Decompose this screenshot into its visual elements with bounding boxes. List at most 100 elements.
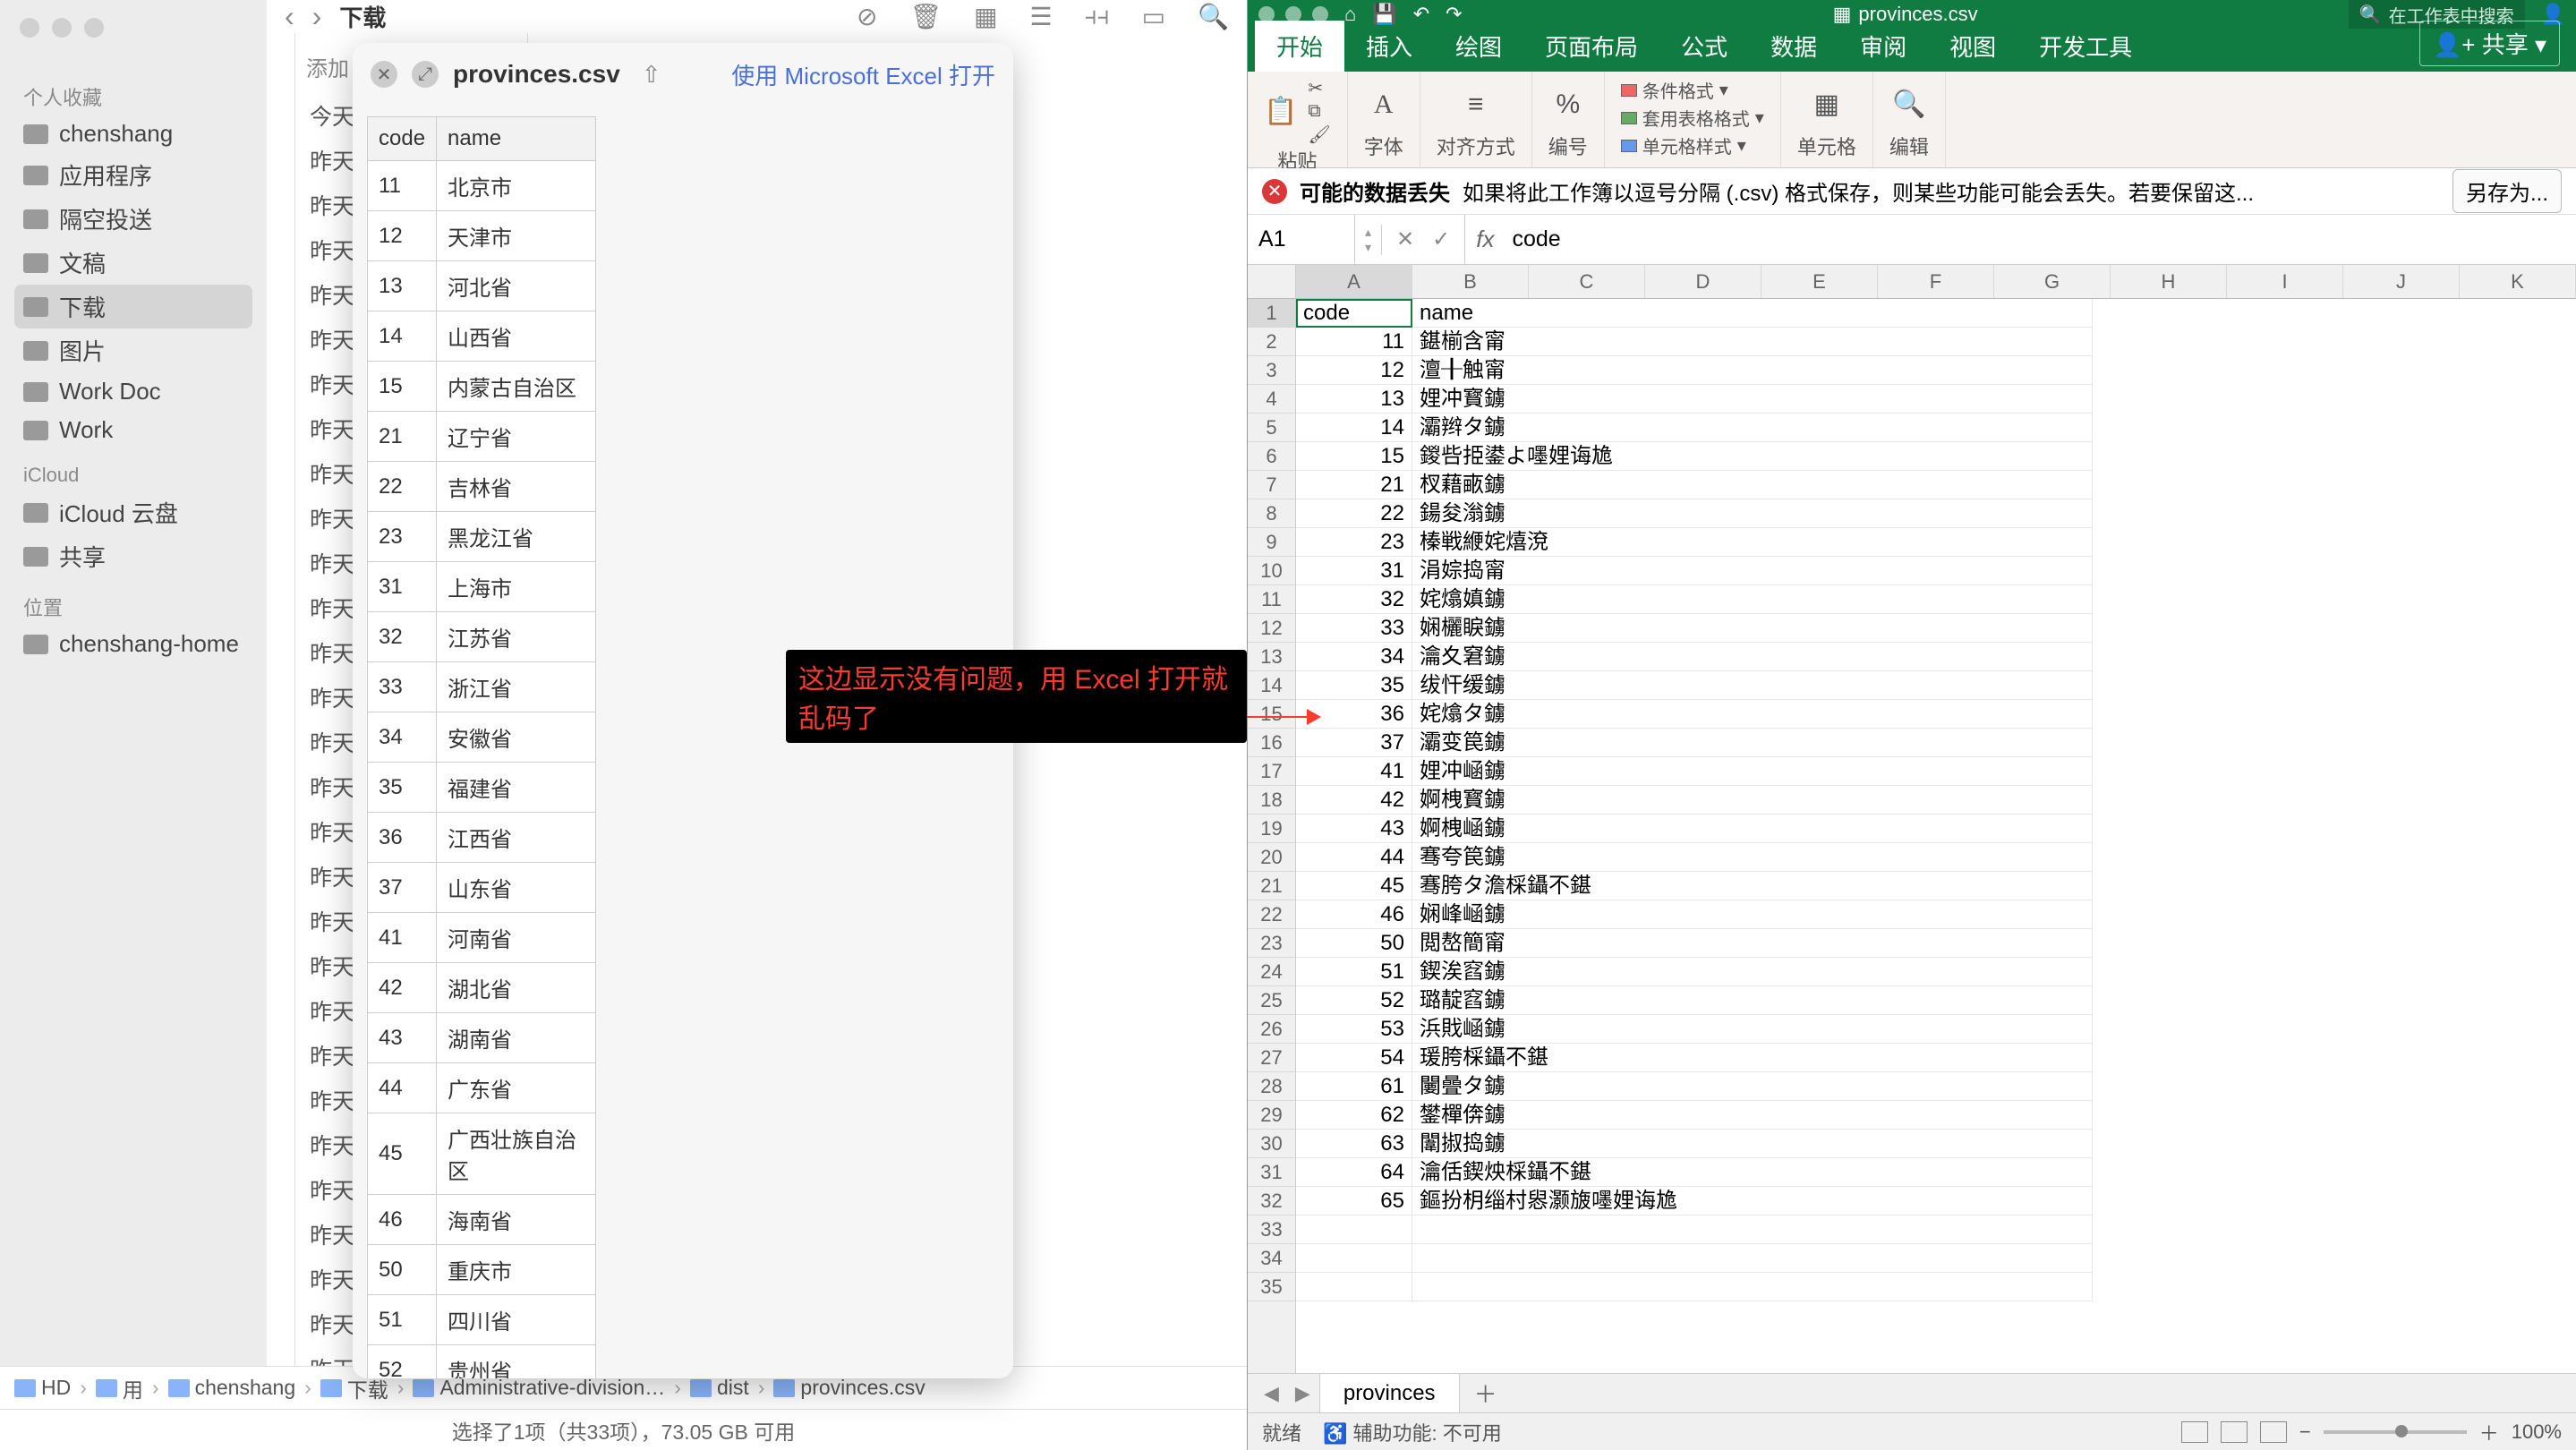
- row-number[interactable]: 17: [1248, 757, 1295, 786]
- ribbon-tab[interactable]: 页面布局: [1523, 21, 1659, 72]
- path-segment[interactable]: Administrative-division…: [413, 1376, 665, 1400]
- cell[interactable]: 瀹夊窘鐪: [1412, 643, 2093, 671]
- cell[interactable]: 35: [1296, 671, 1412, 700]
- grid-icon[interactable]: ▦: [974, 2, 997, 31]
- fullscreen-icon[interactable]: ⤢: [412, 61, 439, 88]
- cell[interactable]: 41: [1296, 757, 1412, 786]
- row-number[interactable]: 22: [1248, 900, 1295, 929]
- align-icon[interactable]: ≡: [1468, 90, 1484, 120]
- sidebar-item[interactable]: chenshang: [14, 115, 252, 153]
- cell[interactable]: 骞夸笢鐪: [1412, 843, 2093, 872]
- row-number[interactable]: 35: [1248, 1273, 1295, 1301]
- cell[interactable]: [1412, 1244, 2093, 1273]
- column-header[interactable]: F: [1878, 265, 1994, 298]
- window-traffic-lights[interactable]: [20, 18, 252, 38]
- cell[interactable]: name: [1412, 299, 2093, 328]
- cell[interactable]: 11: [1296, 328, 1412, 356]
- fx-label[interactable]: fx: [1465, 226, 1505, 253]
- row-number[interactable]: 14: [1248, 671, 1295, 700]
- percent-icon[interactable]: %: [1556, 90, 1580, 120]
- cell[interactable]: 14: [1296, 414, 1412, 442]
- sidebar-item[interactable]: Work: [14, 411, 252, 449]
- stepper-up[interactable]: ▴: [1355, 225, 1381, 240]
- column-header[interactable]: H: [2111, 265, 2227, 298]
- cell[interactable]: 澶╂触甯: [1412, 356, 2093, 385]
- row-number[interactable]: 23: [1248, 929, 1295, 958]
- cell[interactable]: 37: [1296, 729, 1412, 757]
- row-number[interactable]: 26: [1248, 1015, 1295, 1044]
- row-number[interactable]: 15: [1248, 700, 1295, 729]
- cell[interactable]: 53: [1296, 1015, 1412, 1044]
- list-icon[interactable]: ☰: [1030, 2, 1053, 31]
- cell[interactable]: 46: [1296, 900, 1412, 929]
- ribbon-tab[interactable]: 插入: [1344, 21, 1434, 72]
- forward-button[interactable]: ›: [312, 0, 322, 33]
- cell[interactable]: 杈藉畞鐪: [1412, 471, 2093, 499]
- row-number[interactable]: 31: [1248, 1158, 1295, 1187]
- path-segment[interactable]: HD: [14, 1376, 71, 1400]
- close-icon[interactable]: ✕: [371, 61, 397, 88]
- cell[interactable]: 50: [1296, 929, 1412, 958]
- path-segment[interactable]: provinces.csv: [773, 1376, 925, 1400]
- cell[interactable]: 娴欐睙鐪: [1412, 614, 2093, 643]
- row-number[interactable]: 20: [1248, 843, 1295, 872]
- cell[interactable]: 姹熻嫃鐪: [1412, 585, 2093, 614]
- normal-view-icon[interactable]: [2181, 1421, 2208, 1443]
- cell[interactable]: 12: [1296, 356, 1412, 385]
- back-button[interactable]: ‹: [285, 0, 294, 33]
- format-painter-icon[interactable]: 🖌: [1308, 124, 1330, 146]
- table-format-button[interactable]: 套用表格格式 ▾: [1621, 105, 1764, 131]
- cell[interactable]: 34: [1296, 643, 1412, 671]
- cell[interactable]: [1412, 1273, 2093, 1301]
- row-number[interactable]: 13: [1248, 643, 1295, 671]
- sheet-next-icon[interactable]: ▶: [1288, 1382, 1318, 1405]
- column-header[interactable]: A: [1296, 265, 1412, 298]
- cut-icon[interactable]: ✂: [1308, 77, 1330, 99]
- cell[interactable]: [1412, 1215, 2093, 1244]
- cell[interactable]: 閲嶅簡甯: [1412, 929, 2093, 958]
- copy-icon[interactable]: ⧉: [1308, 101, 1330, 122]
- path-segment[interactable]: 用: [96, 1373, 143, 1403]
- sidebar-item[interactable]: 文稿: [14, 241, 252, 285]
- cell[interactable]: 45: [1296, 872, 1412, 900]
- ribbon-tab[interactable]: 绘图: [1434, 21, 1523, 72]
- sheet-prev-icon[interactable]: ◀: [1257, 1382, 1286, 1405]
- trash-icon[interactable]: 🗑: [910, 2, 943, 31]
- ribbon-tab[interactable]: 开始: [1255, 21, 1344, 72]
- cell[interactable]: 鍚夋滃鐪: [1412, 499, 2093, 528]
- stepper-down[interactable]: ▾: [1355, 240, 1381, 255]
- row-number[interactable]: 21: [1248, 872, 1295, 900]
- row-number[interactable]: 5: [1248, 414, 1295, 442]
- sidebar-item[interactable]: 隔空投送: [14, 197, 252, 241]
- cell[interactable]: 娌冲崡鐪: [1412, 757, 2093, 786]
- cell[interactable]: 娴峰崡鐪: [1412, 900, 2093, 929]
- row-number[interactable]: 11: [1248, 585, 1295, 614]
- cell[interactable]: 15: [1296, 442, 1412, 471]
- columns-icon[interactable]: ⫞⫞: [1085, 2, 1110, 31]
- ribbon-tab[interactable]: 开发工具: [2017, 21, 2154, 72]
- cell[interactable]: 61: [1296, 1072, 1412, 1101]
- row-number[interactable]: 6: [1248, 442, 1295, 471]
- save-as-button[interactable]: 另存为...: [2452, 169, 2562, 213]
- cell[interactable]: 65: [1296, 1187, 1412, 1215]
- cell[interactable]: [1296, 1215, 1412, 1244]
- cell[interactable]: 灞变笢鐪: [1412, 729, 2093, 757]
- row-number[interactable]: 27: [1248, 1044, 1295, 1072]
- cell[interactable]: [1296, 1273, 1412, 1301]
- cell[interactable]: 瀹佸鍥炴棌鑷不鍖: [1412, 1158, 2093, 1187]
- cell[interactable]: 瑗胯棌鑷不鍖: [1412, 1044, 2093, 1072]
- sidebar-item[interactable]: 应用程序: [14, 153, 252, 197]
- cell[interactable]: 52: [1296, 986, 1412, 1015]
- cell[interactable]: 浜戝崡鐪: [1412, 1015, 2093, 1044]
- row-number[interactable]: 4: [1248, 385, 1295, 414]
- cell[interactable]: 22: [1296, 499, 1412, 528]
- ribbon-tab[interactable]: 数据: [1749, 21, 1838, 72]
- cell[interactable]: 62: [1296, 1101, 1412, 1130]
- row-number[interactable]: 9: [1248, 528, 1295, 557]
- row-number[interactable]: 2: [1248, 328, 1295, 356]
- confirm-formula-icon[interactable]: ✓: [1432, 226, 1450, 252]
- cell[interactable]: 榛戦緶姹熺渷: [1412, 528, 2093, 557]
- path-segment[interactable]: dist: [690, 1376, 749, 1400]
- cell[interactable]: 13: [1296, 385, 1412, 414]
- add-sheet-button[interactable]: ＋: [1462, 1377, 1510, 1410]
